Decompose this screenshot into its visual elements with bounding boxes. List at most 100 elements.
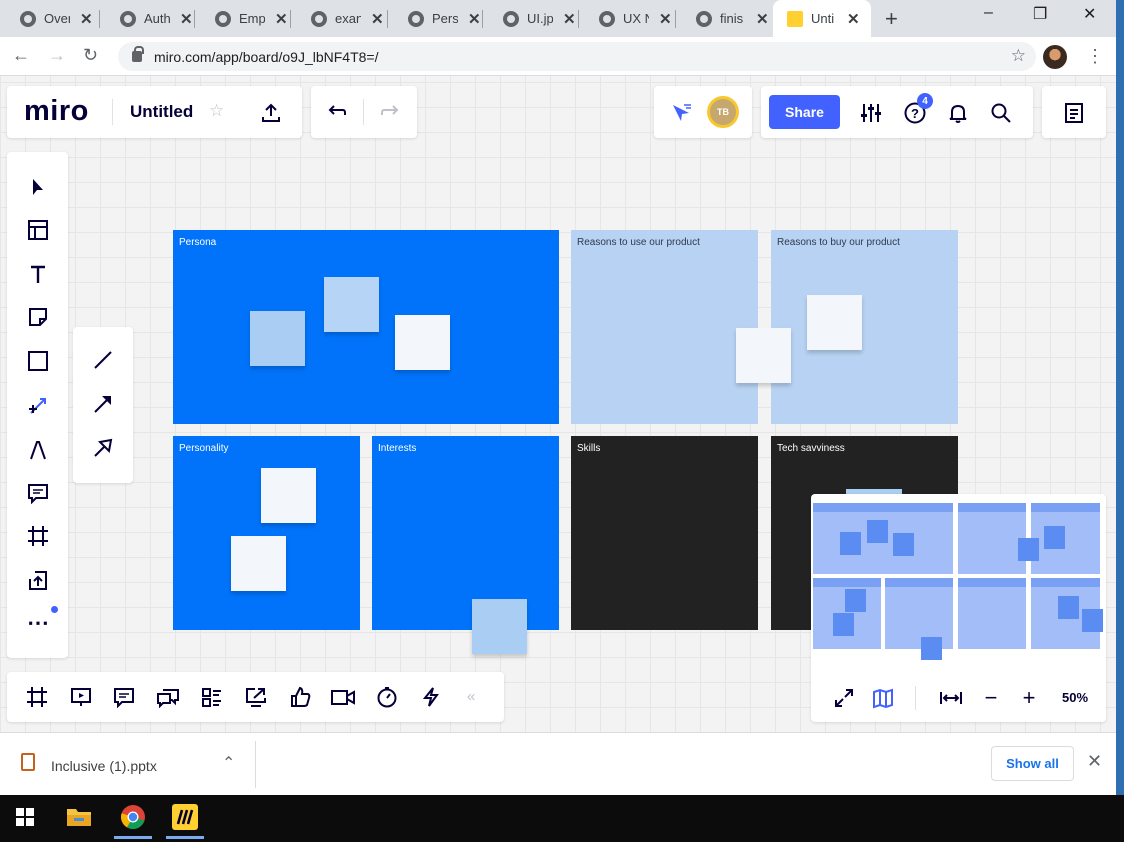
chrome-icon[interactable] [108, 795, 158, 839]
browser-tab[interactable]: Auth ✕ [100, 0, 195, 37]
browser-menu-icon[interactable]: ⋮ [1086, 46, 1104, 67]
frame-reasons-to-use[interactable]: Reasons to use our product [571, 230, 758, 424]
sticky-note[interactable] [250, 311, 305, 366]
browser-tab[interactable]: UX N ✕ [579, 0, 676, 37]
browser-tab[interactable]: exan ✕ [291, 0, 388, 37]
board-title[interactable]: Untitled [130, 102, 193, 122]
arrow-outline-icon[interactable] [90, 435, 116, 461]
notes-list-icon[interactable] [1061, 100, 1087, 126]
restore-button[interactable]: ❐ [1033, 4, 1047, 24]
cards-icon[interactable] [199, 684, 225, 710]
chat-icon[interactable] [155, 684, 181, 710]
bookmark-star-icon[interactable]: ☆ [1011, 46, 1026, 66]
close-tab-icon[interactable]: ✕ [275, 10, 288, 28]
close-tab-icon[interactable]: ✕ [371, 10, 384, 28]
back-icon[interactable]: ← [12, 45, 30, 66]
chevron-up-icon[interactable]: ⌃ [222, 753, 235, 773]
text-icon[interactable] [25, 261, 51, 287]
templates-icon[interactable] [25, 217, 51, 243]
close-tab-icon[interactable]: ✕ [180, 10, 193, 28]
frame-label: Personality [179, 443, 229, 454]
profile-avatar[interactable] [1043, 45, 1067, 69]
sticky-note[interactable] [324, 277, 379, 332]
comment-icon[interactable] [25, 480, 51, 506]
video-call-icon[interactable] [329, 684, 357, 710]
fit-to-screen-icon[interactable] [937, 685, 965, 711]
minimize-button[interactable]: – [984, 4, 993, 22]
minimap[interactable] [813, 503, 1103, 661]
frames-icon[interactable] [24, 684, 50, 710]
voting-icon[interactable] [287, 684, 313, 710]
redo-icon[interactable] [378, 100, 402, 124]
upload-icon[interactable] [25, 567, 51, 593]
new-tab-button[interactable]: + [885, 6, 898, 32]
activity-icon[interactable] [418, 684, 444, 710]
divider [363, 99, 364, 125]
close-tab-icon[interactable]: ✕ [847, 10, 860, 28]
frame-skills[interactable]: Skills [571, 436, 758, 630]
browser-tab[interactable]: UI.jp ✕ [483, 0, 579, 37]
browser-tab[interactable]: Pers ✕ [388, 0, 483, 37]
minimap-frame [885, 578, 953, 649]
bell-icon[interactable] [945, 100, 971, 126]
undo-icon[interactable] [325, 100, 349, 124]
file-explorer-icon[interactable] [54, 795, 104, 839]
sticky-note[interactable] [472, 599, 527, 654]
sticky-note[interactable] [231, 536, 286, 591]
browser-tab-active[interactable]: Unti ✕ [773, 0, 871, 37]
zoom-in-icon[interactable]: + [1017, 685, 1041, 711]
more-icon[interactable]: ⋯ [25, 610, 51, 636]
search-icon[interactable] [988, 100, 1014, 126]
close-tab-icon[interactable]: ✕ [756, 10, 769, 28]
select-icon[interactable] [25, 174, 51, 200]
close-icon[interactable]: ✕ [1087, 751, 1102, 772]
windows-start-icon[interactable] [0, 795, 50, 839]
pen-icon[interactable] [25, 437, 51, 463]
browser-tab[interactable]: Over ✕ [0, 0, 100, 37]
zoom-level[interactable]: 50% [1062, 690, 1088, 705]
sticky-note[interactable] [261, 468, 316, 523]
close-window-button[interactable]: ✕ [1083, 4, 1096, 24]
sticky-note[interactable] [736, 328, 791, 383]
collapse-toolbar-button[interactable]: « [467, 688, 475, 705]
browser-tab[interactable]: Emp ✕ [195, 0, 291, 37]
download-file-name[interactable]: Inclusive (1).pptx [51, 758, 157, 774]
favorite-star-icon[interactable]: ☆ [209, 101, 224, 121]
close-tab-icon[interactable]: ✕ [80, 10, 93, 28]
presentation-icon[interactable] [68, 684, 94, 710]
cursor-follow-icon[interactable] [668, 100, 694, 126]
minimap-sticky [833, 613, 854, 636]
show-all-button[interactable]: Show all [991, 746, 1074, 781]
connection-line-icon[interactable] [25, 393, 51, 419]
forward-icon[interactable]: → [48, 45, 66, 66]
arrow-icon[interactable] [90, 391, 116, 417]
zoom-out-icon[interactable]: − [979, 685, 1003, 711]
reload-icon[interactable]: ↻ [83, 45, 98, 66]
settings-sliders-icon[interactable] [858, 100, 884, 126]
sticky-note[interactable] [807, 295, 862, 350]
frame-icon[interactable] [25, 523, 51, 549]
timer-icon[interactable] [374, 684, 400, 710]
close-tab-icon[interactable]: ✕ [563, 10, 576, 28]
sticky-note-icon[interactable] [25, 304, 51, 330]
share-screen-icon[interactable] [243, 684, 269, 710]
avatar[interactable]: TB [707, 96, 739, 128]
miro-logo[interactable]: miro [24, 95, 89, 128]
frame-interests[interactable]: Interests [372, 436, 559, 630]
miro-app-icon[interactable] [160, 795, 210, 839]
shape-icon[interactable] [25, 348, 51, 374]
browser-tab[interactable]: finis ✕ [676, 0, 773, 37]
export-upload-icon[interactable] [258, 100, 284, 126]
comments-icon[interactable] [111, 684, 137, 710]
close-tab-icon[interactable]: ✕ [659, 10, 672, 28]
url-input[interactable]: miro.com/app/board/o9J_lbNF4T8=/ ☆ [118, 42, 1036, 71]
sticky-note[interactable] [395, 315, 450, 370]
map-icon[interactable] [870, 685, 896, 711]
frame-reasons-to-buy[interactable]: Reasons to buy our product [771, 230, 958, 424]
close-tab-icon[interactable]: ✕ [468, 10, 481, 28]
frame-personality[interactable]: Personality [173, 436, 360, 630]
share-button[interactable]: Share [769, 95, 840, 129]
pptx-file-icon [21, 753, 35, 771]
line-icon[interactable] [90, 347, 116, 373]
fullscreen-icon[interactable] [831, 685, 857, 711]
